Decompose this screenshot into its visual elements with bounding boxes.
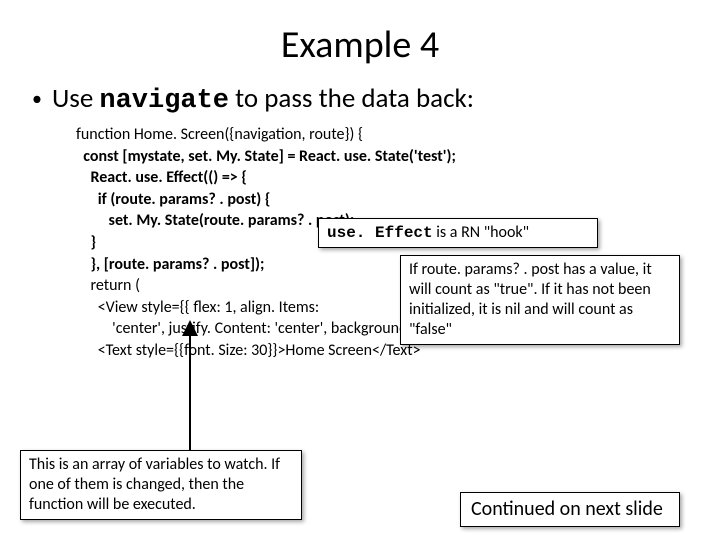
code-line-2: const [mystate, set. My. State] = React.… xyxy=(76,146,720,168)
code-line-5: if (route. params? . post) { xyxy=(76,189,720,211)
arrow-up-icon xyxy=(176,320,204,452)
callout-hook-code: use. Effect xyxy=(327,224,433,242)
callout-watch: This is an array of variables to watch. … xyxy=(20,450,302,520)
code-line-4: React. use. Effect(() => { xyxy=(76,167,720,189)
bullet-line: • Use navigate to pass the data back: xyxy=(0,82,720,116)
callout-hook-text: is a RN "hook" xyxy=(433,223,529,242)
callout-route: If route. params? . post has a value, it… xyxy=(400,255,680,345)
code-line-1: function Home. Screen({navigation, route… xyxy=(76,124,720,146)
bullet-code: navigate xyxy=(99,86,229,116)
slide-title: Example 4 xyxy=(0,0,720,82)
callout-continue: Continued on next slide xyxy=(460,492,680,527)
bullet-dot: • xyxy=(32,87,42,111)
bullet-post: to pass the data back: xyxy=(229,82,474,115)
callout-hook: use. Effect is a RN "hook" xyxy=(318,218,598,248)
bullet-pre: Use xyxy=(52,82,99,115)
